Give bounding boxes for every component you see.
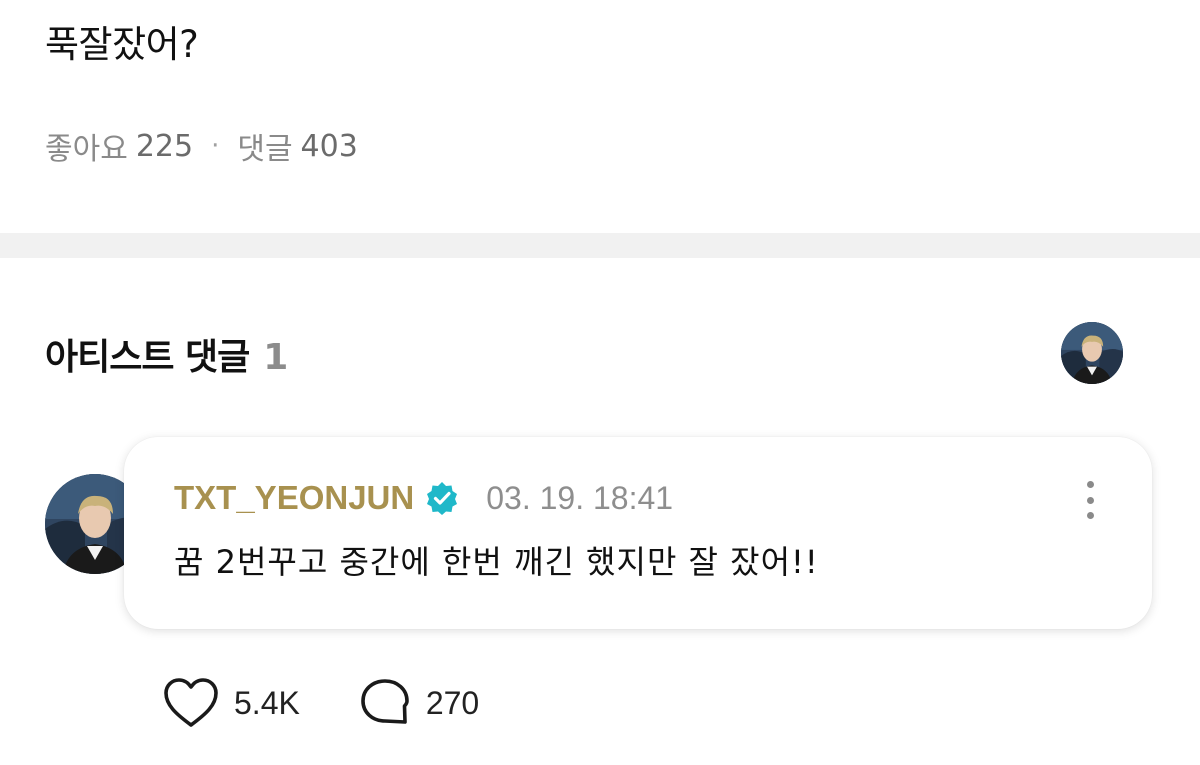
reply-count: 270 bbox=[425, 684, 480, 721]
artist-comments-heading: 아티스트 댓글 1 bbox=[45, 328, 288, 380]
artist-comments-count: 1 bbox=[263, 337, 288, 378]
post-stats: 좋아요 225 · 댓글 403 bbox=[45, 124, 358, 168]
reply-button[interactable]: 270 bbox=[358, 676, 479, 730]
verified-badge-icon bbox=[424, 480, 460, 516]
likes-count[interactable]: 225 bbox=[136, 129, 193, 164]
section-divider bbox=[0, 233, 1200, 258]
artist-avatar-small[interactable] bbox=[1061, 322, 1123, 384]
like-count: 5.4K bbox=[234, 684, 300, 721]
like-button[interactable]: 5.4K bbox=[162, 676, 300, 730]
comment-author-name[interactable]: TXT_YEONJUN bbox=[174, 479, 414, 517]
artist-comments-title: 아티스트 댓글 bbox=[45, 337, 250, 378]
more-dot bbox=[1086, 496, 1094, 504]
artist-comment-card[interactable]: TXT_YEONJUN 03. 19. 18:41 꿈 2번꾸고 중간에 한번 … bbox=[124, 437, 1152, 629]
more-vertical-icon[interactable] bbox=[1076, 477, 1104, 523]
comment-timestamp: 03. 19. 18:41 bbox=[486, 479, 674, 516]
comment-text: 꿈 2번꾸고 중간에 한번 깨긴 했지만 잘 잤어!! bbox=[174, 543, 819, 581]
artist-portrait-image bbox=[1061, 322, 1123, 384]
comments-label[interactable]: 댓글 bbox=[237, 124, 292, 168]
likes-label[interactable]: 좋아요 bbox=[45, 124, 128, 168]
comments-count[interactable]: 403 bbox=[301, 129, 358, 164]
heart-icon bbox=[164, 678, 218, 727]
post-detail-page: 푹잘잤어? 좋아요 225 · 댓글 403 아티스트 댓글 1 TXT_YEO… bbox=[0, 0, 1200, 765]
stats-separator: · bbox=[211, 131, 220, 161]
comment-actions: 5.4K 270 bbox=[162, 676, 479, 730]
more-dot bbox=[1086, 481, 1094, 488]
speech-bubble-icon bbox=[361, 679, 409, 724]
comment-header: TXT_YEONJUN 03. 19. 18:41 bbox=[174, 479, 673, 517]
more-dot bbox=[1086, 512, 1094, 519]
post-text: 푹잘잤어? bbox=[45, 23, 199, 66]
